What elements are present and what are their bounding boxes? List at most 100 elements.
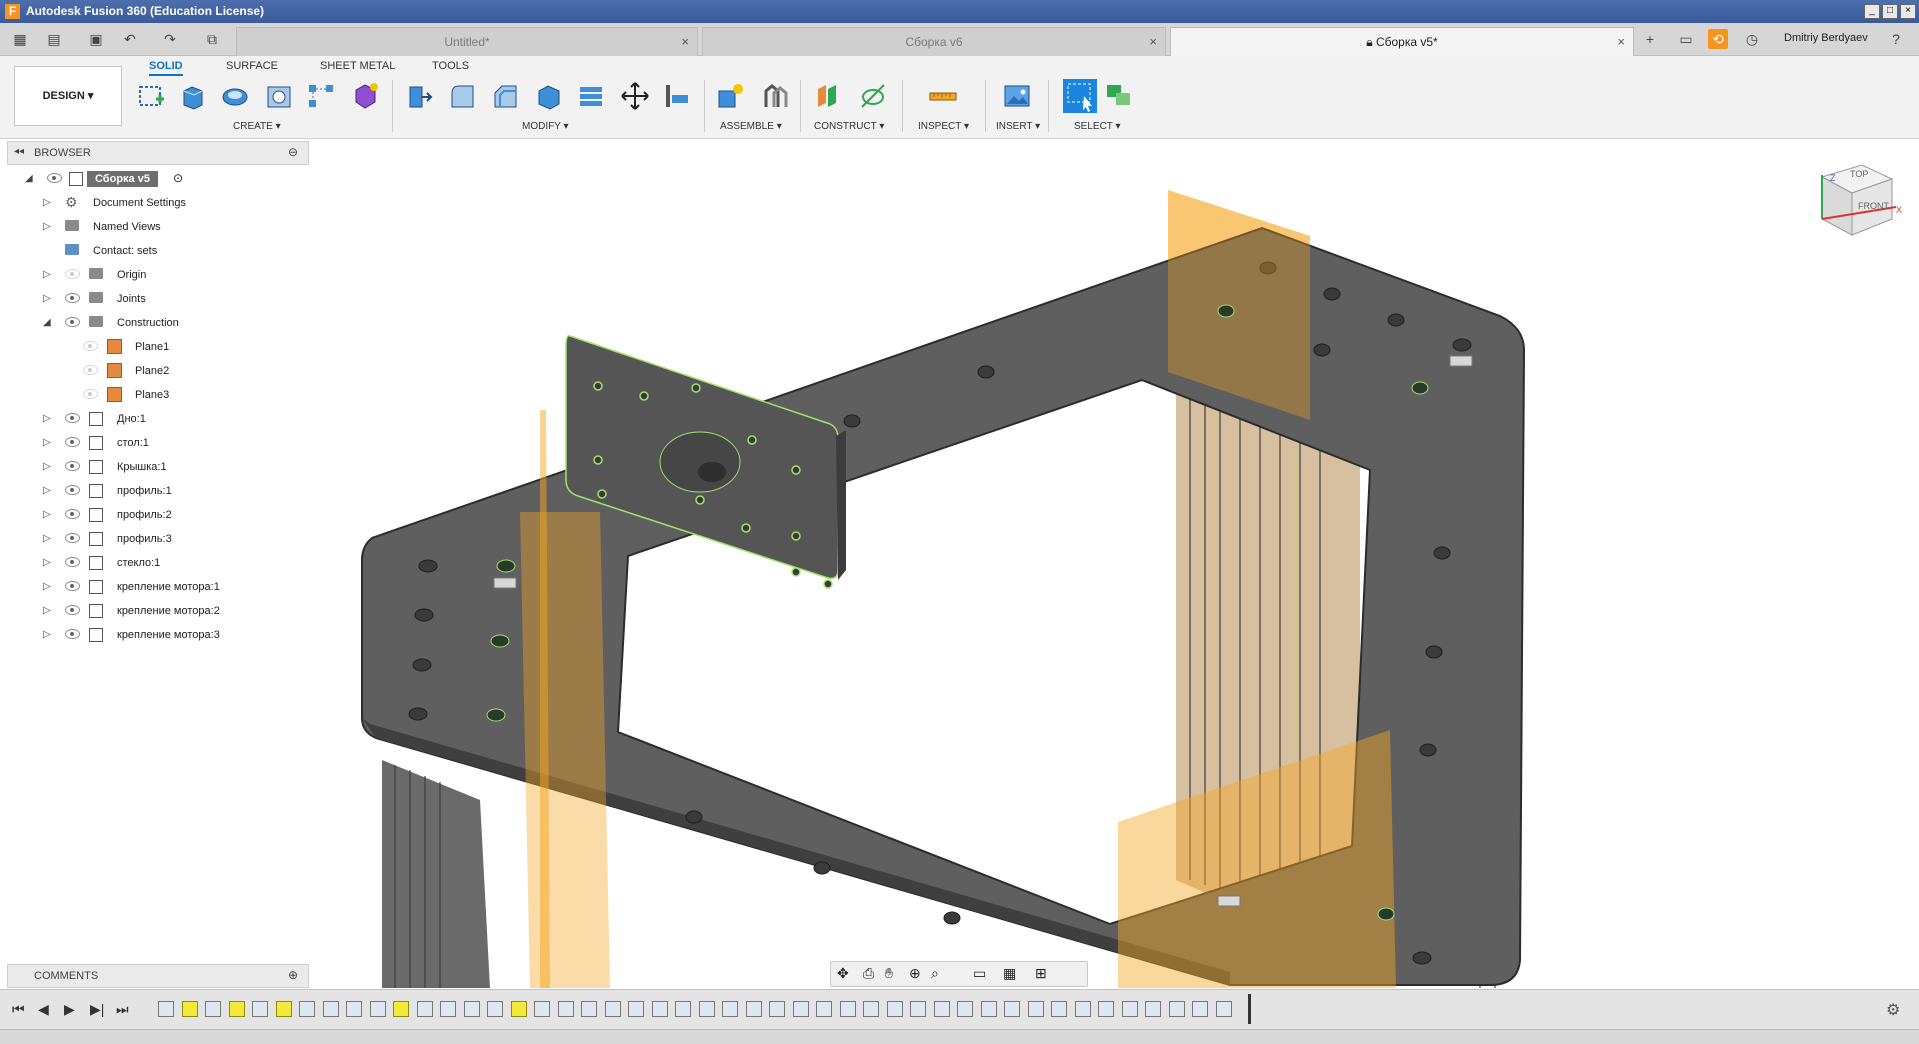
undo-icon[interactable]: ↶ (120, 29, 140, 49)
tree-item-label[interactable]: Крышка:1 (113, 459, 173, 475)
tree-item-label[interactable]: Дно:1 (113, 411, 152, 427)
tab-tools[interactable]: TOOLS (432, 60, 469, 72)
timeline-feature-icon[interactable] (275, 1001, 292, 1017)
tree-item-label[interactable]: профиль:1 (113, 483, 178, 499)
expand-triangle-icon[interactable]: ▷ (43, 221, 51, 232)
visibility-eye-icon[interactable] (83, 389, 98, 399)
timeline-feature-icon[interactable] (487, 1001, 503, 1017)
redo-icon[interactable]: ↷ (160, 29, 180, 49)
step-forward-icon[interactable]: ▶| (90, 1001, 104, 1018)
app-grid-icon[interactable]: ▦ (10, 29, 30, 49)
tree-item-label[interactable]: стол:1 (113, 435, 155, 451)
visibility-eye-icon[interactable] (83, 341, 98, 351)
job-status-icon[interactable]: ⧉ (202, 29, 222, 49)
joint-glyph-icon[interactable] (1217, 895, 1241, 907)
timeline-feature-icon[interactable] (1192, 1001, 1208, 1017)
collapse-triangle-icon[interactable]: ◢ (25, 173, 33, 184)
expand-triangle-icon[interactable]: ▷ (43, 509, 51, 520)
expand-triangle-icon[interactable]: ▷ (43, 605, 51, 616)
tab-untitled[interactable]: Untitled* × (236, 27, 698, 56)
expand-triangle-icon[interactable]: ▷ (43, 557, 51, 568)
timeline-feature-icon[interactable] (158, 1001, 174, 1017)
new-tab-icon[interactable]: + (1640, 29, 1660, 49)
timeline-feature-icon[interactable] (440, 1001, 456, 1017)
align-icon[interactable] (662, 81, 692, 111)
tree-item-plane2[interactable]: Plane2 (7, 359, 307, 383)
visibility-eye-icon[interactable] (47, 173, 62, 183)
activate-radio-icon[interactable]: ⊙ (173, 171, 183, 185)
visibility-eye-icon[interactable] (65, 509, 80, 519)
axis-icon[interactable] (858, 81, 888, 111)
expand-triangle-icon[interactable]: ▷ (43, 629, 51, 640)
close-tab-icon[interactable]: × (1149, 28, 1157, 56)
close-window-button[interactable]: × (1900, 4, 1916, 19)
timeline-feature-icon[interactable] (698, 1001, 715, 1017)
timeline-feature-icon[interactable] (769, 1001, 785, 1017)
expand-triangle-icon[interactable]: ▷ (43, 437, 51, 448)
minimize-button[interactable]: _ (1864, 4, 1880, 19)
visibility-eye-icon[interactable] (65, 317, 80, 327)
pattern-icon[interactable] (306, 81, 336, 111)
joint-glyph-icon[interactable] (1449, 355, 1473, 367)
visibility-eye-icon[interactable] (65, 605, 80, 615)
select-icon[interactable] (1062, 78, 1098, 114)
visibility-eye-icon[interactable] (65, 533, 80, 543)
tree-item-component[interactable]: ▷ крепление мотора:1 (7, 575, 307, 599)
tree-item-component[interactable]: ▷ Крышка:1 (7, 455, 307, 479)
timeline-feature-icon[interactable] (980, 1001, 997, 1017)
tab-surface[interactable]: SURFACE (226, 60, 278, 72)
grid-settings-icon[interactable]: ▦ (1003, 965, 1016, 982)
tree-item-label[interactable]: Plane3 (131, 387, 176, 403)
user-name[interactable]: Dmitriy Berdyaev (1784, 32, 1868, 44)
timeline-feature-icon[interactable] (745, 1001, 762, 1017)
create-menu[interactable]: CREATE ▾ (233, 121, 281, 132)
timeline-feature-icon[interactable] (651, 1001, 668, 1017)
timeline-feature-icon[interactable] (181, 1001, 198, 1017)
timeline-marker[interactable] (1248, 994, 1251, 1024)
tab-sheet-metal[interactable]: SHEET METAL (320, 60, 395, 72)
hole-icon[interactable] (264, 81, 294, 111)
timeline-feature-icon[interactable] (252, 1001, 268, 1017)
timeline-feature-icon[interactable] (792, 1001, 809, 1017)
shell-icon[interactable] (534, 81, 564, 111)
move-copy-icon[interactable] (620, 81, 650, 111)
display-settings-icon[interactable]: ▭ (973, 965, 986, 982)
timeline-settings-icon[interactable]: ⚙ (1886, 1000, 1900, 1020)
visibility-eye-icon[interactable] (65, 413, 80, 423)
look-at-icon[interactable]: ⎙ (863, 965, 874, 982)
save-icon[interactable]: ▣ (86, 29, 106, 49)
expand-triangle-icon[interactable]: ▷ (43, 461, 51, 472)
orbit-icon[interactable]: ✥ (837, 965, 849, 982)
tree-item-component[interactable]: ▷ стекло:1 (7, 551, 307, 575)
joint-glyph-icon[interactable] (493, 577, 517, 589)
timeline-feature-icon[interactable] (839, 1001, 856, 1017)
revolve-icon[interactable] (220, 81, 250, 111)
visibility-eye-icon[interactable] (83, 365, 98, 375)
visibility-eye-icon[interactable] (65, 557, 80, 567)
construction-plane[interactable] (520, 512, 610, 988)
select-menu[interactable]: SELECT ▾ (1074, 121, 1121, 132)
tab-assembly-v5[interactable]: 🔒︎ Сборка v5* × (1170, 27, 1634, 56)
timeline-feature-icon[interactable] (510, 1001, 527, 1017)
go-to-start-icon[interactable]: ⏮︎ (12, 1001, 25, 1018)
zoom-icon[interactable]: ⊕ (909, 965, 921, 982)
tree-item-label[interactable]: Plane2 (131, 363, 176, 379)
tree-item-component[interactable]: ▷ профиль:1 (7, 479, 307, 503)
expand-triangle-icon[interactable]: ▷ (43, 533, 51, 544)
tree-item-label[interactable]: Origin (113, 267, 153, 283)
visibility-eye-icon[interactable] (65, 461, 80, 471)
tree-item-origin[interactable]: ▷ Origin (7, 263, 307, 287)
collapse-browser-icon[interactable]: ◂◂ (14, 146, 24, 157)
close-tab-icon[interactable]: × (681, 28, 689, 56)
extrude-icon[interactable] (178, 81, 208, 111)
timeline-feature-icon[interactable] (722, 1001, 738, 1017)
tree-item-label[interactable]: Construction (113, 315, 185, 331)
expand-triangle-icon[interactable]: ▷ (43, 581, 51, 592)
timeline-feature-icon[interactable] (957, 1001, 973, 1017)
timeline-feature-icon[interactable] (322, 1001, 339, 1017)
visibility-eye-icon[interactable] (65, 293, 80, 303)
workspace-switcher-button[interactable]: DESIGN ▾ (14, 66, 122, 126)
pan-icon[interactable]: ✋︎ (885, 965, 893, 982)
combine-icon[interactable] (576, 81, 606, 111)
insert-menu[interactable]: INSERT ▾ (996, 121, 1040, 132)
